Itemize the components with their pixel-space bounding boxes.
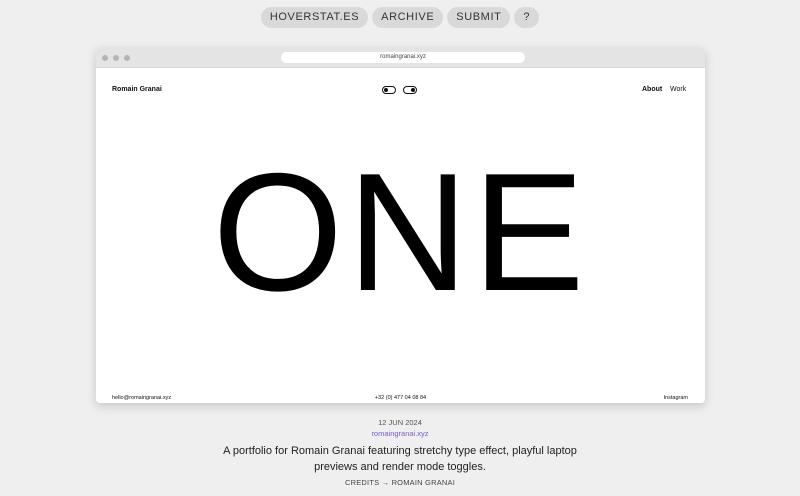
window-dot-icon	[102, 55, 108, 61]
entry-link[interactable]: romaingranai.xyz	[0, 429, 800, 438]
toggle-on-icon	[411, 88, 415, 92]
render-mode-toggle-1[interactable]	[382, 86, 396, 94]
nav-help[interactable]: ?	[514, 7, 540, 28]
browser-window: romaingranai.xyz Romain Granai About Wor…	[96, 48, 705, 403]
entry-description: A portfolio for Romain Granai featuring …	[223, 445, 577, 473]
footer-phone[interactable]: +32 (0) 477 04 08 84	[96, 395, 705, 401]
window-dot-icon	[124, 55, 130, 61]
url-bar[interactable]: romaingranai.xyz	[281, 52, 525, 63]
hero-text: ONE	[212, 138, 589, 326]
site-name[interactable]: Romain Granai	[112, 86, 162, 93]
nav-about-link[interactable]: About	[642, 86, 662, 93]
render-mode-toggle-2[interactable]	[403, 86, 417, 94]
toggle-off-icon	[384, 88, 388, 92]
nav-archive[interactable]: ARCHIVE	[372, 7, 444, 28]
footer-instagram-link[interactable]: Instagram	[664, 395, 688, 401]
nav-work-link[interactable]: Work	[670, 86, 686, 93]
window-dot-icon	[113, 55, 119, 61]
entry-credits[interactable]: CREDITS → ROMAIN GRANAI	[0, 478, 800, 487]
browser-chrome: romaingranai.xyz	[96, 48, 705, 68]
nav-hoverstates[interactable]: HOVERSTAT.ES	[260, 7, 369, 28]
entry-date: 12 JUN 2024	[378, 418, 422, 427]
nav-submit[interactable]: SUBMIT	[447, 7, 511, 28]
top-navigation: HOVERSTAT.ES ARCHIVE SUBMIT ?	[0, 7, 800, 28]
